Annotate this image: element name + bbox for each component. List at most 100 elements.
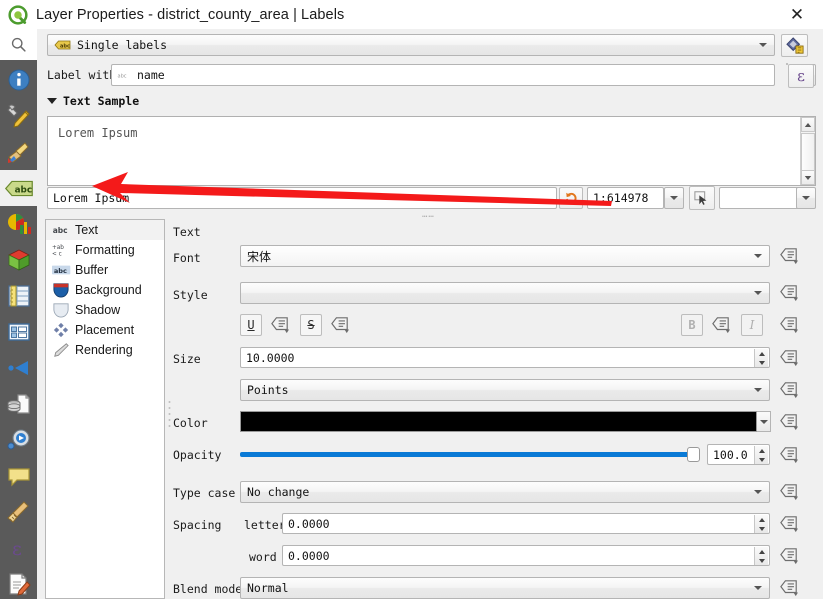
stepper-down-icon[interactable] xyxy=(758,558,765,563)
type-case-combo[interactable]: No change xyxy=(240,481,770,503)
panel-splitter-grip[interactable] xyxy=(168,399,172,429)
sidebar-item-actions[interactable] xyxy=(0,422,37,458)
label-with-field[interactable]: abc name xyxy=(111,64,775,86)
spacing-letter-override-button[interactable] xyxy=(777,513,801,535)
text-sample-scrollbar[interactable] xyxy=(800,117,815,185)
opacity-override-button[interactable] xyxy=(777,444,801,466)
chevron-down-icon xyxy=(754,490,762,494)
stepper-down-icon[interactable] xyxy=(758,360,765,365)
close-icon[interactable]: ✕ xyxy=(775,0,819,29)
italic-override-button[interactable] xyxy=(777,314,801,336)
size-input[interactable]: 10.0000 xyxy=(240,347,770,368)
spacing-word-input[interactable]: 0.0000 xyxy=(282,545,770,566)
text-color-swatch[interactable] xyxy=(240,411,757,432)
size-stepper[interactable] xyxy=(754,349,768,367)
scroll-down-icon[interactable] xyxy=(801,170,815,185)
sidebar-item-variables[interactable]: ε xyxy=(0,530,37,566)
spacing-letter-stepper[interactable] xyxy=(754,515,768,533)
text-sample-bg-field[interactable] xyxy=(719,187,799,209)
text-sample-bg-dropdown[interactable] xyxy=(796,187,816,209)
epsilon-icon: ε xyxy=(12,538,22,560)
text-sample-input[interactable]: Lorem Ipsum xyxy=(47,187,557,209)
scale-value-field[interactable]: 1:614978 xyxy=(587,187,664,209)
text-sample-section-header[interactable]: Text Sample xyxy=(47,94,139,108)
scroll-up-icon[interactable] xyxy=(801,117,815,132)
type-case-override-button[interactable] xyxy=(777,481,801,503)
stepper-up-icon[interactable] xyxy=(758,517,765,522)
chevron-down-icon xyxy=(754,586,762,590)
stepper-down-icon[interactable] xyxy=(758,526,765,531)
blend-mode-combo[interactable]: Normal xyxy=(240,577,770,599)
tree-item-formatting[interactable]: +ab < c Formatting xyxy=(46,240,164,260)
sidebar-item-fields[interactable] xyxy=(0,278,37,314)
strikethrough-button[interactable]: S xyxy=(300,314,322,336)
style-combo[interactable] xyxy=(240,282,770,304)
abc-label-icon: abc xyxy=(4,180,33,196)
labeling-mode-override-button[interactable] xyxy=(781,34,808,57)
sidebar-item-joins[interactable] xyxy=(0,350,37,386)
sidebar-item-diagrams[interactable] xyxy=(0,206,37,242)
bold-button[interactable]: B xyxy=(681,314,703,336)
spacing-word-stepper[interactable] xyxy=(754,547,768,565)
label-expression-button[interactable]: ε xyxy=(788,64,814,88)
tree-item-placement[interactable]: Placement xyxy=(46,320,164,340)
tree-item-rendering[interactable]: Rendering xyxy=(46,340,164,360)
underline-override-button[interactable] xyxy=(268,314,292,336)
size-value: 10.0000 xyxy=(246,350,295,365)
sidebar-item-display[interactable] xyxy=(0,458,37,494)
spacing-letter-label: letter xyxy=(244,518,286,532)
sidebar-item-metadata[interactable] xyxy=(0,566,37,599)
label-settings-tree[interactable]: abc Text +ab < c Formatting abc Buffer B… xyxy=(45,219,165,599)
opacity-slider[interactable] xyxy=(240,452,695,457)
scale-pick-button[interactable] xyxy=(689,186,715,210)
sidebar-item-auxiliary-storage[interactable] xyxy=(0,386,37,422)
tree-item-background[interactable]: Background xyxy=(46,280,164,300)
opacity-stepper[interactable] xyxy=(754,446,768,464)
sidebar-item-rendering[interactable] xyxy=(0,494,37,530)
sidebar-item-3d-view[interactable] xyxy=(0,242,37,278)
bold-override-button[interactable] xyxy=(709,314,733,336)
stepper-down-icon[interactable] xyxy=(758,457,765,462)
spacing-letter-input[interactable]: 0.0000 xyxy=(282,513,770,534)
spacing-word-override-button[interactable] xyxy=(777,545,801,567)
formatting-icon: +ab < c xyxy=(50,242,72,258)
opacity-slider-handle[interactable] xyxy=(687,447,700,462)
opacity-input[interactable]: 100.0 % xyxy=(707,444,770,465)
size-override-button[interactable] xyxy=(777,347,801,369)
text-sample-preview[interactable]: Lorem Ipsum xyxy=(47,116,816,186)
labeling-mode-combo[interactable]: abc Single labels xyxy=(47,34,775,56)
sidebar-item-attributes-form[interactable] xyxy=(0,314,37,350)
spacing-word-value: 0.0000 xyxy=(288,548,330,563)
text-color-dropdown[interactable] xyxy=(757,411,771,432)
sidebar-item-information[interactable] xyxy=(0,62,37,98)
stepper-up-icon[interactable] xyxy=(758,549,765,554)
font-override-button[interactable] xyxy=(777,245,801,267)
sidebar-item-labels[interactable]: abc xyxy=(0,170,37,206)
tree-item-text[interactable]: abc Text xyxy=(46,220,164,240)
scale-value: 1:614978 xyxy=(593,191,649,205)
sidebar-search-button[interactable] xyxy=(0,29,37,60)
underline-button[interactable]: U xyxy=(240,314,262,336)
italic-button[interactable]: I xyxy=(741,314,763,336)
color-override-button[interactable] xyxy=(777,411,801,433)
tree-item-shadow[interactable]: Shadow xyxy=(46,300,164,320)
scale-dropdown[interactable] xyxy=(664,187,684,209)
tree-item-buffer[interactable]: abc Buffer xyxy=(46,260,164,280)
blend-mode-override-button[interactable] xyxy=(777,577,801,599)
sidebar-item-symbology[interactable] xyxy=(0,134,37,170)
style-override-button[interactable] xyxy=(777,282,801,304)
splitter-grip[interactable]: …… xyxy=(422,210,435,220)
strikethrough-override-button[interactable] xyxy=(328,314,352,336)
text-sample-revert-button[interactable] xyxy=(559,187,583,209)
text-sample-preview-text: Lorem Ipsum xyxy=(58,126,138,140)
font-combo[interactable]: 宋体 xyxy=(240,245,770,267)
sidebar-item-source[interactable] xyxy=(0,98,37,134)
size-unit-combo[interactable]: Points xyxy=(240,379,770,401)
data-defined-override-icon xyxy=(780,382,798,399)
type-case-label: Type case xyxy=(173,486,236,500)
size-unit-override-button[interactable] xyxy=(777,379,801,401)
stepper-up-icon[interactable] xyxy=(758,351,765,356)
stepper-up-icon[interactable] xyxy=(758,448,765,453)
undo-arrow-icon xyxy=(565,192,577,204)
svg-text:abc: abc xyxy=(118,73,127,79)
